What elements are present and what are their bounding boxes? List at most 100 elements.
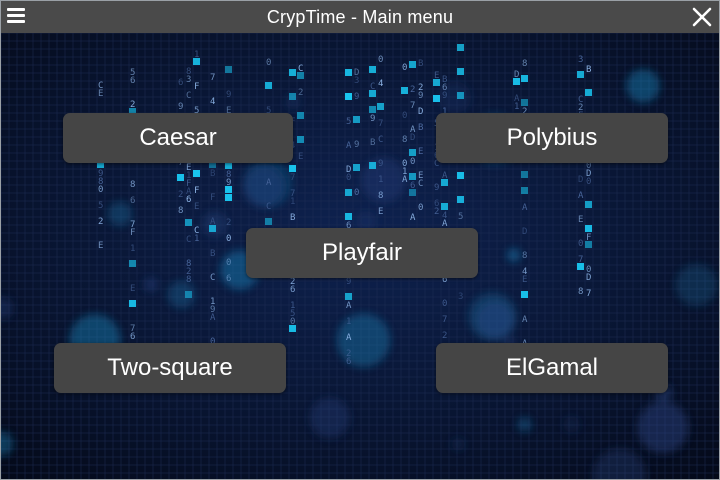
svg-text:2: 2 — [442, 331, 447, 341]
svg-text:9: 9 — [418, 91, 423, 101]
svg-text:C: C — [266, 202, 271, 212]
svg-text:0: 0 — [226, 234, 231, 244]
svg-text:7: 7 — [578, 255, 583, 265]
caesar-button[interactable]: Caesar — [63, 113, 293, 163]
svg-text:4: 4 — [210, 97, 215, 107]
svg-text:A: A — [522, 315, 528, 325]
svg-text:8: 8 — [178, 206, 183, 216]
svg-text:9: 9 — [378, 159, 383, 169]
svg-text:E: E — [578, 215, 583, 225]
svg-text:8: 8 — [522, 59, 527, 69]
svg-text:0: 0 — [442, 299, 447, 309]
two-square-button[interactable]: Two-square — [54, 343, 286, 393]
svg-text:8: 8 — [522, 251, 527, 261]
svg-text:D: D — [578, 175, 583, 185]
svg-text:0: 0 — [290, 317, 295, 327]
svg-text:0: 0 — [354, 188, 359, 198]
svg-text:C: C — [186, 235, 191, 245]
svg-text:2: 2 — [98, 217, 103, 227]
app-window: CrypTime - Main menu 696F72883CE1FA6C82 — [0, 0, 720, 480]
svg-text:0: 0 — [226, 258, 231, 268]
svg-text:F: F — [194, 82, 199, 92]
svg-text:D: D — [410, 133, 415, 143]
svg-text:1: 1 — [378, 175, 383, 185]
svg-text:2: 2 — [130, 100, 135, 110]
svg-text:3: 3 — [186, 75, 191, 85]
svg-text:9: 9 — [226, 178, 231, 188]
svg-text:9: 9 — [370, 114, 375, 124]
svg-text:B: B — [418, 59, 423, 69]
svg-text:6: 6 — [346, 357, 351, 367]
svg-text:9: 9 — [346, 277, 351, 287]
svg-text:2: 2 — [178, 190, 183, 200]
svg-text:A: A — [578, 191, 584, 201]
svg-text:0: 0 — [410, 157, 415, 167]
svg-text:8: 8 — [578, 287, 583, 297]
svg-text:A: A — [210, 313, 216, 323]
svg-text:E: E — [98, 241, 103, 251]
svg-text:6: 6 — [130, 332, 135, 342]
svg-text:C: C — [378, 135, 383, 145]
elgamal-button[interactable]: ElGamal — [436, 343, 668, 393]
svg-text:5: 5 — [458, 212, 463, 222]
svg-text:9: 9 — [442, 91, 447, 101]
svg-text:F: F — [130, 228, 135, 238]
svg-text:B: B — [210, 169, 215, 179]
svg-text:0: 0 — [586, 177, 591, 187]
svg-text:7: 7 — [442, 315, 447, 325]
svg-text:8: 8 — [378, 191, 383, 201]
svg-text:2: 2 — [434, 207, 439, 217]
svg-text:A: A — [522, 203, 528, 213]
svg-text:A: A — [402, 175, 408, 185]
svg-text:6: 6 — [130, 196, 135, 206]
svg-text:D: D — [586, 273, 591, 283]
svg-text:E: E — [194, 202, 199, 212]
svg-text:1: 1 — [194, 234, 199, 244]
svg-text:3: 3 — [458, 292, 463, 302]
svg-text:B: B — [586, 65, 591, 75]
svg-text:7: 7 — [290, 173, 295, 183]
svg-text:3: 3 — [354, 76, 359, 86]
svg-text:E: E — [522, 275, 527, 285]
svg-text:E: E — [298, 152, 303, 162]
svg-text:C: C — [186, 91, 191, 101]
svg-text:E: E — [378, 207, 383, 217]
svg-text:6: 6 — [410, 181, 415, 191]
title-bar: CrypTime - Main menu — [1, 1, 719, 33]
svg-text:9: 9 — [178, 102, 183, 112]
svg-text:9: 9 — [226, 90, 231, 100]
svg-text:2: 2 — [410, 85, 415, 95]
svg-text:C: C — [210, 273, 215, 283]
svg-text:0: 0 — [378, 55, 383, 65]
svg-text:1: 1 — [514, 102, 519, 112]
svg-text:A: A — [266, 178, 272, 188]
svg-text:7: 7 — [210, 73, 215, 83]
polybius-button[interactable]: Polybius — [436, 113, 668, 163]
svg-text:1: 1 — [194, 50, 199, 60]
svg-text:A: A — [346, 301, 352, 311]
close-button[interactable] — [691, 6, 713, 28]
svg-text:3: 3 — [578, 55, 583, 65]
svg-text:6: 6 — [130, 76, 135, 86]
playfair-button[interactable]: Playfair — [246, 228, 478, 278]
svg-text:6: 6 — [290, 285, 295, 295]
svg-text:B: B — [418, 123, 423, 133]
svg-text:D: D — [418, 107, 423, 117]
svg-text:E: E — [418, 147, 423, 157]
svg-text:A: A — [442, 171, 448, 181]
svg-text:2: 2 — [226, 218, 231, 228]
svg-text:1: 1 — [346, 317, 351, 327]
svg-text:A: A — [346, 141, 352, 151]
svg-text:A: A — [210, 217, 216, 227]
svg-text:4: 4 — [378, 79, 383, 89]
hamburger-menu-button[interactable] — [7, 8, 25, 26]
svg-text:7: 7 — [378, 119, 383, 129]
svg-text:E: E — [98, 89, 103, 99]
svg-text:A: A — [410, 213, 416, 223]
svg-text:F: F — [586, 233, 591, 243]
svg-text:1: 1 — [290, 197, 295, 207]
svg-text:B: B — [290, 213, 295, 223]
svg-text:9: 9 — [354, 92, 359, 102]
svg-text:7: 7 — [410, 101, 415, 111]
svg-text:6: 6 — [186, 195, 191, 205]
